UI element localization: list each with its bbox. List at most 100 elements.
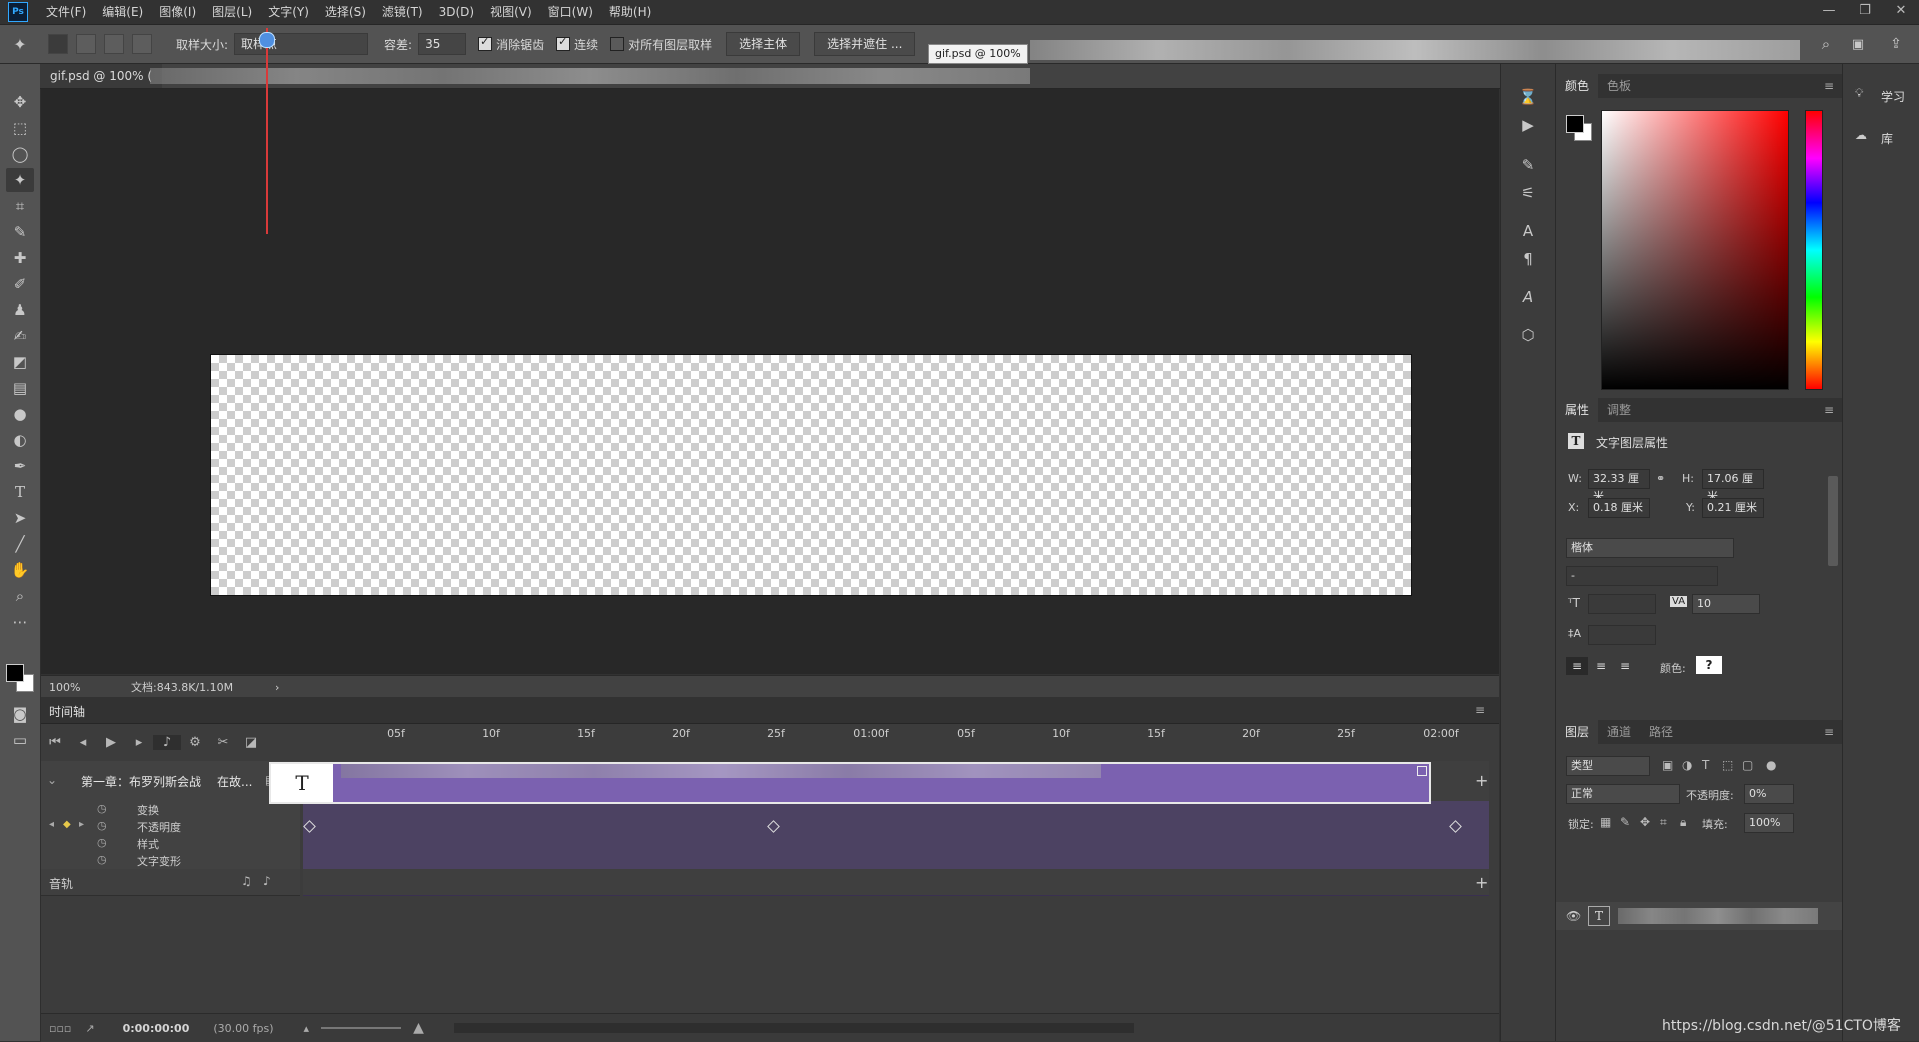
prev-keyframe-icon[interactable]: ◂ [49,819,54,830]
eraser-tool-icon[interactable]: ◩ [6,350,34,374]
zoom-out-icon[interactable]: ▴ [304,1022,310,1035]
zoom-in-icon[interactable]: ▲ [413,1020,424,1036]
tab-properties[interactable]: 属性 [1556,398,1599,422]
lock-artboard-icon[interactable]: ⌗ [1660,815,1667,830]
select-and-mask-button[interactable]: 选择并遮住 ... [814,32,916,56]
adjustment-filter-icon[interactable]: ◑ [1682,758,1692,772]
opacity-field[interactable]: 0% [1744,784,1794,804]
healing-brush-icon[interactable]: ✚ [6,246,34,270]
add-selection-icon[interactable] [76,34,96,54]
clone-stamp-icon[interactable]: ♟ [6,298,34,322]
leading-select[interactable] [1588,625,1656,645]
time-ruler[interactable]: 05f 10f 15f 20f 25f 01:00f 05f 10f 15f 2… [303,723,1489,762]
settings-icon[interactable]: ⚙ [181,735,209,750]
tab-adjustments[interactable]: 调整 [1598,398,1640,422]
keyframe[interactable] [303,820,316,833]
lock-pixels-icon[interactable]: ✎ [1620,815,1630,829]
menu-window[interactable]: 窗口(W) [540,0,601,24]
panel-menu-icon[interactable]: ≡ [1824,398,1834,422]
3d-icon[interactable]: ⬡ [1515,322,1541,348]
stopwatch-icon[interactable]: ◷ [97,819,107,832]
panel-menu-icon[interactable]: ≡ [1824,74,1834,98]
lock-position-icon[interactable]: ✥ [1640,815,1650,829]
y-field[interactable]: 0.21 厘米 [1702,498,1764,518]
height-field[interactable]: 17.06 厘米 [1702,469,1764,503]
glyphs-icon[interactable]: A [1515,284,1541,310]
pixel-filter-icon[interactable]: ▣ [1662,758,1673,772]
stopwatch-icon[interactable]: ◷ [97,802,107,815]
font-style-select[interactable]: - [1566,566,1718,586]
lightbulb-icon[interactable]: 💡︎ [1855,86,1863,101]
hue-slider[interactable] [1805,110,1823,390]
prev-frame-icon[interactable]: ◂ [69,735,97,750]
align-right-icon[interactable]: ≡ [1614,657,1636,675]
first-frame-icon[interactable]: ⏮ [41,735,69,750]
play-icon[interactable]: ▶ [97,735,125,750]
panel-menu-icon[interactable]: ≡ [1475,703,1485,717]
layer-row[interactable]: 👁︎ T [1556,902,1842,930]
move-tool-icon[interactable]: ✥ [6,90,34,114]
character-icon[interactable]: A [1515,218,1541,244]
blur-tool-icon[interactable]: ● [6,402,34,426]
render-icon[interactable]: ↗ [85,1022,94,1035]
clip-end-handle[interactable] [1417,766,1427,776]
color-picker-field[interactable] [1601,110,1789,390]
antialias-checkbox[interactable] [478,35,493,51]
type-tool-icon[interactable]: T [6,480,34,504]
music-note-icon[interactable]: ♪ [263,874,271,888]
dodge-tool-icon[interactable]: ◐ [6,428,34,452]
library-label[interactable]: 库 [1881,130,1893,147]
zoom-slider[interactable] [321,1027,402,1029]
marquee-tool-icon[interactable]: ⬚ [6,116,34,140]
audio-icon[interactable]: ♪ [153,734,181,750]
subtract-selection-icon[interactable] [104,34,124,54]
learn-label[interactable]: 学习 [1881,88,1905,105]
next-keyframe-icon[interactable]: ▸ [79,819,84,830]
lasso-tool-icon[interactable]: ◯ [6,142,34,166]
tab-channels[interactable]: 通道 [1598,720,1640,744]
menu-file[interactable]: 文件(F) [38,0,94,24]
type-filter-icon[interactable]: T [1702,758,1709,772]
blend-mode-select[interactable]: 正常 [1566,784,1680,804]
menu-type[interactable]: 文字(Y) [260,0,317,24]
text-layer-clip[interactable]: T [269,762,1431,804]
fill-field[interactable]: 100% [1744,813,1794,833]
contiguous-checkbox[interactable] [556,35,571,51]
stopwatch-icon[interactable]: ◷ [97,836,107,849]
new-selection-icon[interactable] [48,34,68,54]
select-subject-button[interactable]: 选择主体 [726,32,801,56]
shape-filter-icon[interactable]: ⬚ [1722,758,1733,772]
speaker-icon[interactable]: ♫ [241,874,252,888]
crop-tool-icon[interactable]: ⌗ [6,194,34,218]
library-icon[interactable]: ☁ [1855,128,1867,142]
transparent-canvas[interactable] [210,354,1412,596]
menu-edit[interactable]: 编辑(E) [94,0,151,24]
menu-view[interactable]: 视图(V) [482,0,540,24]
link-icon[interactable]: ⚭ [1656,472,1665,485]
restore-button[interactable]: ❐ [1847,0,1883,24]
quick-mask-icon[interactable]: ◙ [6,702,34,726]
menu-image[interactable]: 图像(I) [151,0,204,24]
tab-swatches[interactable]: 色板 [1598,74,1640,98]
next-frame-icon[interactable]: ▸ [125,735,153,750]
share-icon[interactable]: ⇪ [1884,33,1908,55]
properties-scrollbar[interactable] [1828,476,1838,566]
brush-tool-icon[interactable]: ✐ [6,272,34,296]
add-audio-icon[interactable]: + [1475,873,1488,892]
menu-3d[interactable]: 3D(D) [431,0,482,24]
collapse-icon[interactable]: ⌄ [47,773,57,787]
search-icon[interactable]: ⌕ [1814,33,1838,55]
pen-tool-icon[interactable]: ✒ [6,454,34,478]
tracking-select[interactable]: 10 [1692,594,1760,614]
align-center-icon[interactable]: ≡ [1590,657,1612,675]
tolerance-input[interactable]: 35 [418,33,467,55]
lock-transparency-icon[interactable]: ▦ [1600,815,1611,829]
menu-layer[interactable]: 图层(L) [204,0,260,24]
transition-icon[interactable]: ◪ [237,735,265,750]
gradient-tool-icon[interactable]: ▤ [6,376,34,400]
x-field[interactable]: 0.18 厘米 [1588,498,1650,518]
document-tab[interactable]: gif.psd @ 100% ( [40,64,163,88]
width-field[interactable]: 32.33 厘米 [1588,469,1650,503]
layer-filter-select[interactable]: 类型 [1566,756,1650,776]
zoom-tool-icon[interactable]: ⌕ [6,584,34,608]
